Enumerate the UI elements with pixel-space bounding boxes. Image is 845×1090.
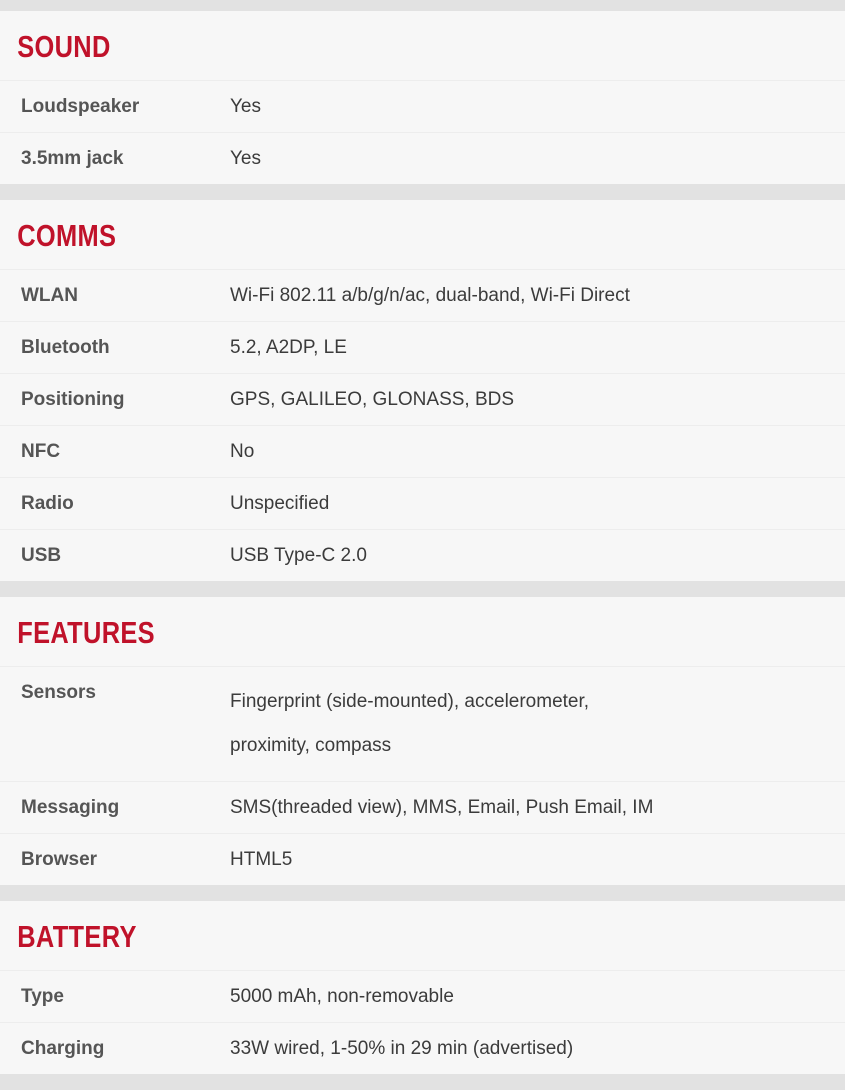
spec-section-battery: BATTERY Type 5000 mAh, non-removable Chargi… <box>0 901 845 1074</box>
spec-row: Loudspeaker Yes <box>0 80 845 132</box>
spec-row: Radio Unspecified <box>0 477 845 529</box>
spec-row: USB USB Type-C 2.0 <box>0 529 845 581</box>
spec-label: 3.5mm jack <box>21 148 124 169</box>
section-title: BATTERY <box>17 919 137 954</box>
section-divider-band <box>0 885 845 901</box>
section-title: COMMS <box>17 218 117 253</box>
spec-value: HTML5 <box>230 849 293 870</box>
spec-section-comms: COMMS WLAN Wi-Fi 802.11 a/b/g/n/ac, dual-b… <box>0 200 845 581</box>
spec-section-sound: SOUND Loudspeaker Yes 3.5mm jack Yes <box>0 11 845 184</box>
spec-row: Bluetooth 5.2, A2DP, LE <box>0 321 845 373</box>
spec-row: Positioning GPS, GALILEO, GLONASS, BDS <box>0 373 845 425</box>
spec-label: Messaging <box>21 797 120 818</box>
spec-label: Bluetooth <box>21 337 110 358</box>
section-title: SOUND <box>17 29 111 64</box>
spec-section-features: FEATURES Sensors Fingerprint (side-mounted… <box>0 597 845 885</box>
spec-label: Positioning <box>21 389 125 410</box>
spec-label: Sensors <box>21 682 96 703</box>
spec-row: 3.5mm jack Yes <box>0 132 845 184</box>
spec-value: Fingerprint (side-mounted), acceleromete… <box>230 691 590 756</box>
spec-value: Unspecified <box>230 493 330 514</box>
spec-label: NFC <box>21 441 61 462</box>
section-title: FEATURES <box>17 615 155 650</box>
spec-label: USB <box>21 545 62 566</box>
spec-value: 33W wired, 1-50% in 29 min (advertised) <box>230 1038 574 1059</box>
spec-row: NFC No <box>0 425 845 477</box>
spec-label: Charging <box>21 1038 105 1059</box>
spec-label: Type <box>21 986 64 1007</box>
phone-spec-sheet: SOUND Loudspeaker Yes 3.5mm jack Yes COMMS WLA… <box>0 0 845 1090</box>
spec-label: WLAN <box>21 285 78 306</box>
spec-value: 5000 mAh, non-removable <box>230 986 454 1007</box>
spec-value: No <box>230 441 255 462</box>
spec-row: Browser HTML5 <box>0 833 845 885</box>
section-divider-band <box>0 581 845 597</box>
spec-value: Yes <box>230 148 261 169</box>
spec-label: Radio <box>21 493 74 514</box>
section-divider-band <box>0 0 845 11</box>
spec-value: 5.2, A2DP, LE <box>230 337 347 358</box>
spec-row: Charging 33W wired, 1-50% in 29 min (adve… <box>0 1022 845 1074</box>
spec-row: Messaging SMS(threaded view), MMS, Email,… <box>0 781 845 833</box>
spec-value: Yes <box>230 96 261 117</box>
spec-label: Loudspeaker <box>21 96 140 117</box>
spec-label: Browser <box>21 849 98 870</box>
section-divider-band <box>0 184 845 200</box>
spec-value: GPS, GALILEO, GLONASS, BDS <box>230 389 515 410</box>
section-divider-band <box>0 1074 845 1090</box>
spec-value: SMS(threaded view), MMS, Email, Push Ema… <box>230 797 654 818</box>
spec-row: WLAN Wi-Fi 802.11 a/b/g/n/ac, dual-band, … <box>0 269 845 321</box>
spec-value: Wi-Fi 802.11 a/b/g/n/ac, dual-band, Wi-F… <box>230 285 630 306</box>
spec-value: USB Type-C 2.0 <box>230 545 367 566</box>
spec-row: Type 5000 mAh, non-removable <box>0 970 845 1022</box>
spec-row: Sensors Fingerprint (side-mounted), accel… <box>0 666 845 781</box>
